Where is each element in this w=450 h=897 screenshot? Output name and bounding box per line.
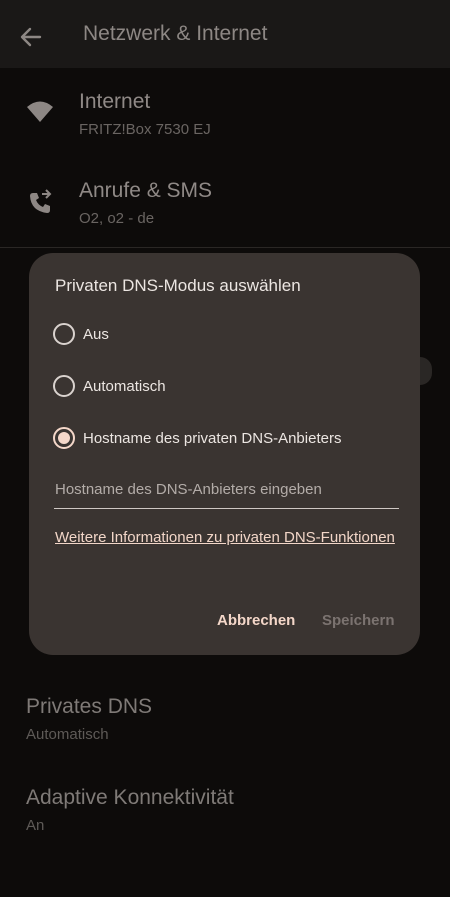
private-dns-title: Privates DNS bbox=[26, 695, 153, 718]
private-dns-info-link[interactable]: Weitere Informationen zu privaten DNS-Fu… bbox=[55, 529, 395, 546]
option-hostname-label: Hostname des privaten DNS-Anbieters bbox=[83, 429, 342, 447]
adaptive-title: Adaptive Konnektivität bbox=[26, 786, 234, 809]
internet-item[interactable]: Internet FRITZ!Box 7530 EJ bbox=[0, 68, 450, 158]
radio-off[interactable] bbox=[53, 323, 75, 345]
cancel-button[interactable]: Abbrechen bbox=[217, 612, 295, 629]
calls-subtitle: O2, o2 - de bbox=[79, 210, 155, 227]
internet-title: Internet bbox=[79, 90, 151, 113]
private-dns-subtitle: Automatisch bbox=[26, 726, 109, 743]
internet-subtitle: FRITZ!Box 7530 EJ bbox=[79, 121, 211, 138]
option-hostname[interactable]: Hostname des privaten DNS-Anbieters bbox=[53, 426, 341, 450]
adaptive-subtitle: An bbox=[26, 817, 45, 834]
arrow-back-icon[interactable] bbox=[18, 24, 44, 50]
option-off[interactable]: Aus bbox=[53, 322, 109, 346]
divider bbox=[0, 247, 450, 248]
dialog-title: Privaten DNS-Modus auswählen bbox=[55, 276, 301, 295]
radio-automatic[interactable] bbox=[53, 375, 75, 397]
option-off-label: Aus bbox=[83, 325, 109, 343]
save-button[interactable]: Speichern bbox=[322, 612, 395, 629]
private-dns-setting[interactable]: Privates DNS Automatisch bbox=[26, 695, 152, 743]
toggle-fragment bbox=[420, 357, 432, 385]
hostname-input[interactable] bbox=[54, 475, 399, 509]
page-title: Netzwerk & Internet bbox=[83, 22, 268, 45]
adaptive-connectivity-setting[interactable]: Adaptive Konnektivität An bbox=[26, 786, 234, 834]
option-automatic-label: Automatisch bbox=[83, 377, 166, 395]
private-dns-dialog: Privaten DNS-Modus auswählen Aus Automat… bbox=[29, 253, 420, 655]
calls-title: Anrufe & SMS bbox=[79, 179, 213, 202]
radio-hostname[interactable] bbox=[53, 427, 75, 449]
calls-sms-item[interactable]: Anrufe & SMS O2, o2 - de bbox=[0, 158, 450, 247]
top-app-bar: Netzwerk & Internet bbox=[0, 0, 450, 68]
phone-forward-icon bbox=[26, 189, 54, 217]
wifi-icon bbox=[26, 98, 54, 126]
option-automatic[interactable]: Automatisch bbox=[53, 374, 166, 398]
